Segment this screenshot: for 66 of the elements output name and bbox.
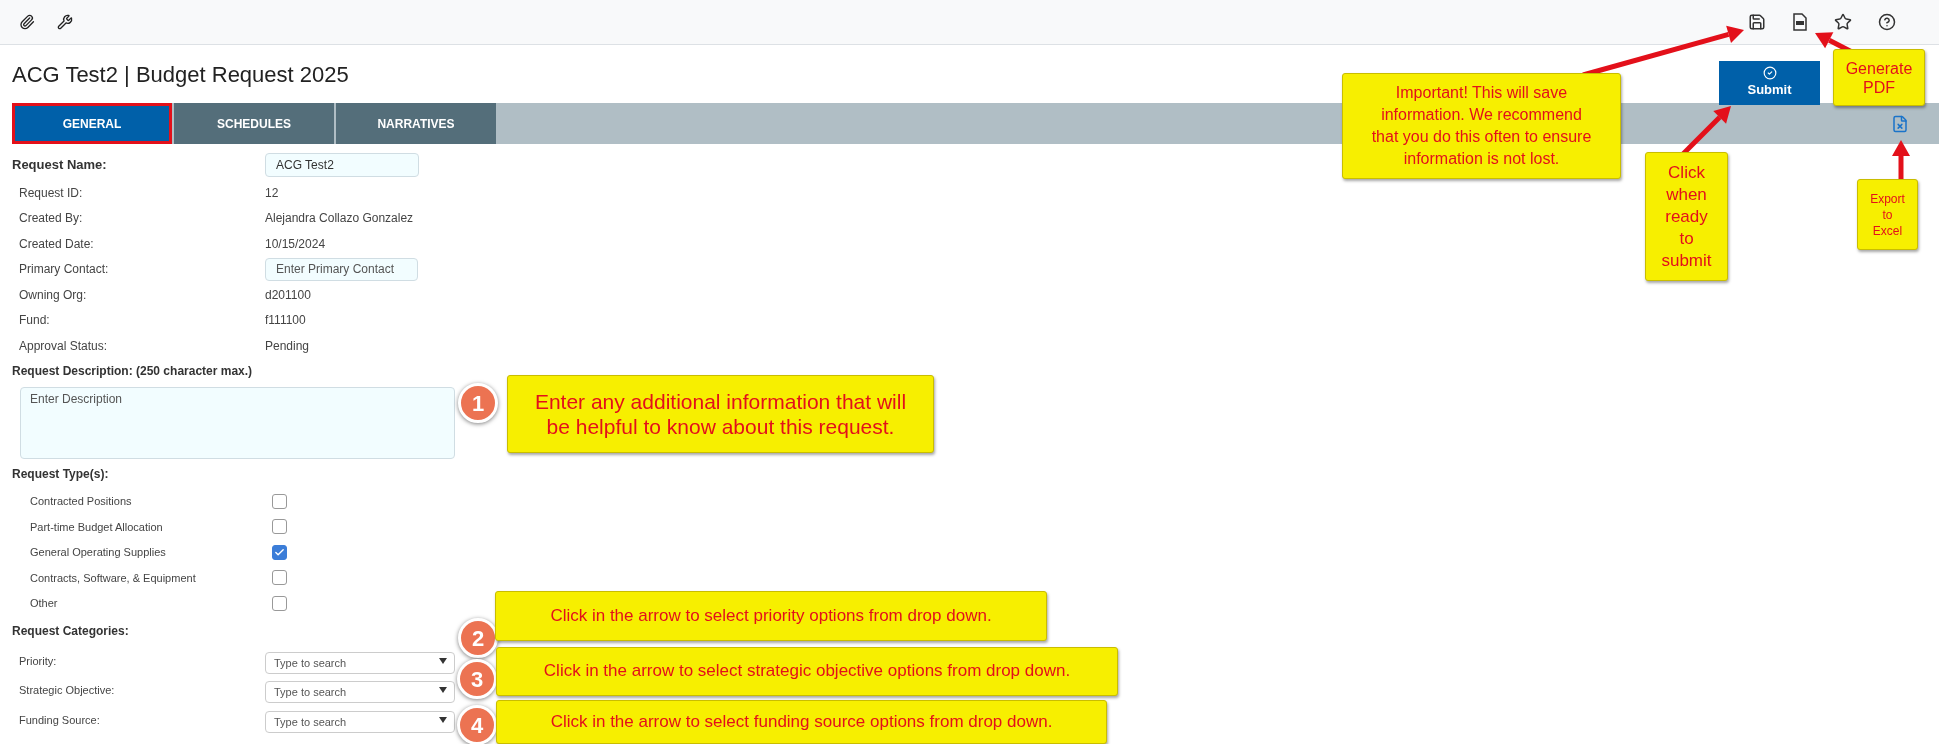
star-icon[interactable] — [1834, 13, 1852, 31]
callout-note: Click in the arrow to select strategic objective options from drop down. — [496, 647, 1118, 696]
step-number-badge: 4 — [457, 705, 497, 744]
checkbox-label: General Operating Supplies — [29, 545, 167, 560]
checkbox[interactable] — [272, 544, 287, 560]
page-title: ACG Test2 | Budget Request 2025 — [12, 61, 349, 89]
field-value: 12 — [265, 184, 279, 202]
checkbox-label: Other — [29, 596, 59, 611]
field-label: Request Name: — [12, 156, 108, 175]
callout-note: Generate PDF — [1833, 49, 1925, 106]
search-dropdown[interactable]: Type to search — [265, 681, 455, 704]
check-circle-icon — [1762, 66, 1777, 81]
callout-note: Click in the arrow to select funding source options from drop down. — [496, 700, 1107, 744]
caret-icon[interactable] — [439, 716, 447, 723]
field-value: Pending — [265, 337, 310, 355]
description-field[interactable]: Enter Description — [20, 386, 455, 459]
save-icon[interactable] — [1748, 13, 1766, 31]
field-label: Created By: — [18, 210, 84, 228]
field-label: Created Date: — [18, 235, 95, 253]
field-value: f111100 — [265, 312, 306, 330]
field-label: Funding Source: — [18, 712, 101, 728]
wrench-icon[interactable] — [57, 14, 73, 30]
field-label: Owning Org: — [18, 286, 88, 304]
field-value: d201100 — [265, 286, 311, 304]
section-heading: Request Type(s): — [12, 465, 109, 483]
field-label: Approval Status: — [18, 337, 109, 355]
section-heading: Request Description: (250 character max.) — [12, 362, 253, 380]
search-dropdown[interactable]: Type to search — [265, 651, 455, 674]
checkbox-label: Contracts, Software, & Equipment — [29, 570, 197, 586]
excel-export-icon[interactable] — [1891, 113, 1909, 134]
field-label: Primary Contact: — [18, 261, 110, 279]
caret-icon[interactable] — [439, 687, 447, 694]
field-value: Alejandra Collazo Gonzalez — [265, 210, 414, 228]
paperclip-icon[interactable] — [19, 14, 35, 30]
tab[interactable]: NARRATIVES — [336, 103, 496, 144]
field-label: Priority: — [18, 653, 58, 669]
check-icon — [274, 546, 285, 558]
search-dropdown[interactable]: Type to search — [265, 710, 455, 733]
field-label: Request ID: — [18, 184, 84, 202]
tab[interactable]: GENERAL — [12, 103, 172, 144]
primary-contact-field[interactable]: Enter Primary Contact — [265, 257, 418, 281]
checkbox[interactable] — [272, 595, 287, 611]
checkbox[interactable] — [272, 493, 287, 509]
request-name-field[interactable]: ACG Test2 — [265, 153, 419, 177]
section-heading: Request Categories: — [12, 623, 129, 640]
checkbox-label: Part-time Budget Allocation — [29, 519, 164, 535]
step-number-badge: 1 — [458, 383, 498, 423]
callout-note: Click in the arrow to select priority options from drop down. — [495, 591, 1047, 641]
field-value: 10/15/2024 — [265, 235, 326, 253]
arrow — [1892, 140, 1910, 181]
callout-note: Click when ready to submit — [1645, 152, 1728, 281]
callout-note: Important! This will save information. We recommend that you do this often to ensure information is not lost. — [1342, 73, 1621, 179]
pdf-file-icon[interactable] — [1792, 13, 1808, 31]
help-icon[interactable] — [1878, 13, 1896, 31]
callout-note: Enter any additional information that will be helpful to know about this request. — [507, 375, 934, 453]
field-label: Fund: — [18, 312, 51, 330]
submit-button[interactable]: Submit — [1719, 61, 1820, 105]
field-label: Strategic Objective: — [18, 683, 116, 698]
checkbox[interactable] — [272, 570, 287, 586]
checkbox[interactable] — [272, 519, 287, 535]
step-number-badge: 2 — [458, 618, 498, 658]
checkbox-label: Contracted Positions — [29, 494, 133, 509]
step-number-badge: 3 — [457, 659, 497, 699]
callout-note: Export to Excel — [1857, 179, 1918, 250]
tab[interactable]: SCHEDULES — [174, 103, 334, 144]
caret-icon[interactable] — [439, 657, 447, 664]
